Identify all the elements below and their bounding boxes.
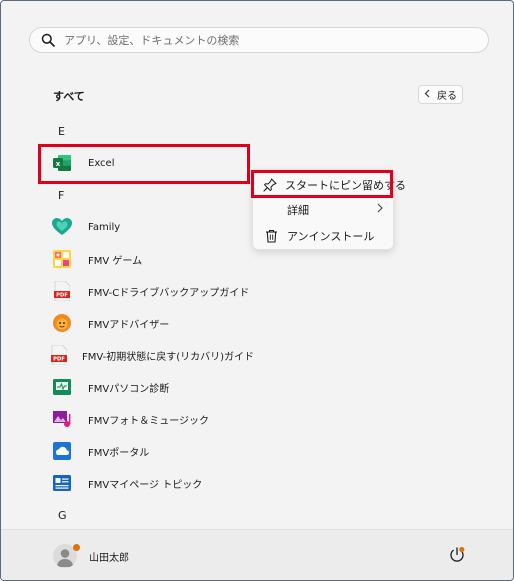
photo-music-icon <box>51 408 73 430</box>
portal-cloud-icon <box>51 440 73 462</box>
svg-text:PDF: PDF <box>56 293 68 299</box>
mypage-topic-icon <box>51 472 73 494</box>
app-name: FMVアドバイザー <box>88 319 170 331</box>
app-item-fmv-photo-music[interactable]: FMVフォト＆ミュージック <box>51 407 251 431</box>
app-item-fmv-pc-diagnosis[interactable]: FMVパソコン診断 <box>51 375 251 399</box>
trash-icon <box>263 228 279 244</box>
app-name: FMVパソコン診断 <box>88 383 170 395</box>
app-item-fmv-portal[interactable]: FMVポータル <box>51 439 251 463</box>
chevron-left-icon <box>424 89 430 101</box>
family-heart-icon <box>51 216 73 238</box>
notification-badge <box>73 544 80 551</box>
pc-diagnosis-icon <box>51 376 73 398</box>
app-name: Family <box>88 221 121 233</box>
menu-item-uninstall[interactable]: アンインストール <box>253 224 395 248</box>
menu-item-label: アンインストール <box>287 230 375 243</box>
menu-item-label: 詳細 <box>287 204 309 217</box>
all-apps-heading: すべて <box>53 90 85 103</box>
user-name[interactable]: 山田太郎 <box>89 549 129 564</box>
app-item-fmv-recovery-guide[interactable]: PDF FMV-初期状態に戻す(リカバリ)ガイド <box>51 343 255 367</box>
group-letter-g[interactable]: G <box>58 509 67 522</box>
app-item-family[interactable]: Family <box>51 215 251 239</box>
excel-highlight-box <box>38 144 250 184</box>
app-item-fmv-advisor[interactable]: FMVアドバイザー <box>51 311 251 335</box>
app-item-fmv-game[interactable]: FMV ゲーム <box>51 247 251 271</box>
group-letter-e[interactable]: E <box>58 125 65 138</box>
pdf-icon: PDF <box>51 344 67 366</box>
group-letter-f[interactable]: F <box>58 189 64 202</box>
menu-item-details[interactable]: 詳細 <box>253 198 395 222</box>
search-box[interactable] <box>29 27 489 53</box>
chevron-right-icon <box>377 203 383 216</box>
app-name: FMV-初期状態に戻す(リカバリ)ガイド <box>82 351 255 363</box>
pin-highlight-box <box>251 170 393 198</box>
fmv-game-icon <box>51 248 73 270</box>
back-button-label: 戻る <box>437 91 457 102</box>
back-button[interactable]: 戻る <box>418 85 463 104</box>
power-button[interactable] <box>448 546 466 564</box>
power-icon <box>448 546 466 568</box>
search-icon <box>40 32 56 48</box>
pdf-icon: PDF <box>51 280 73 302</box>
app-name: FMVフォト＆ミュージック <box>88 415 210 427</box>
search-input[interactable] <box>64 33 464 47</box>
start-menu-panel: すべて 戻る E x Excel F Family <box>0 0 514 581</box>
app-item-fmv-mypage-topic[interactable]: FMVマイページ トピック <box>51 471 251 495</box>
app-name: FMVマイページ トピック <box>88 479 203 491</box>
app-name: FMVポータル <box>88 447 150 459</box>
start-menu-footer: 山田太郎 <box>1 529 513 580</box>
app-name: FMV-Cドライブバックアップガイド <box>88 287 250 299</box>
svg-text:PDF: PDF <box>53 357 65 363</box>
fmv-advisor-icon <box>51 312 73 334</box>
app-name: FMV ゲーム <box>88 255 143 267</box>
app-item-fmv-c-drive-backup-guide[interactable]: PDF FMV-Cドライブバックアップガイド <box>51 279 251 303</box>
